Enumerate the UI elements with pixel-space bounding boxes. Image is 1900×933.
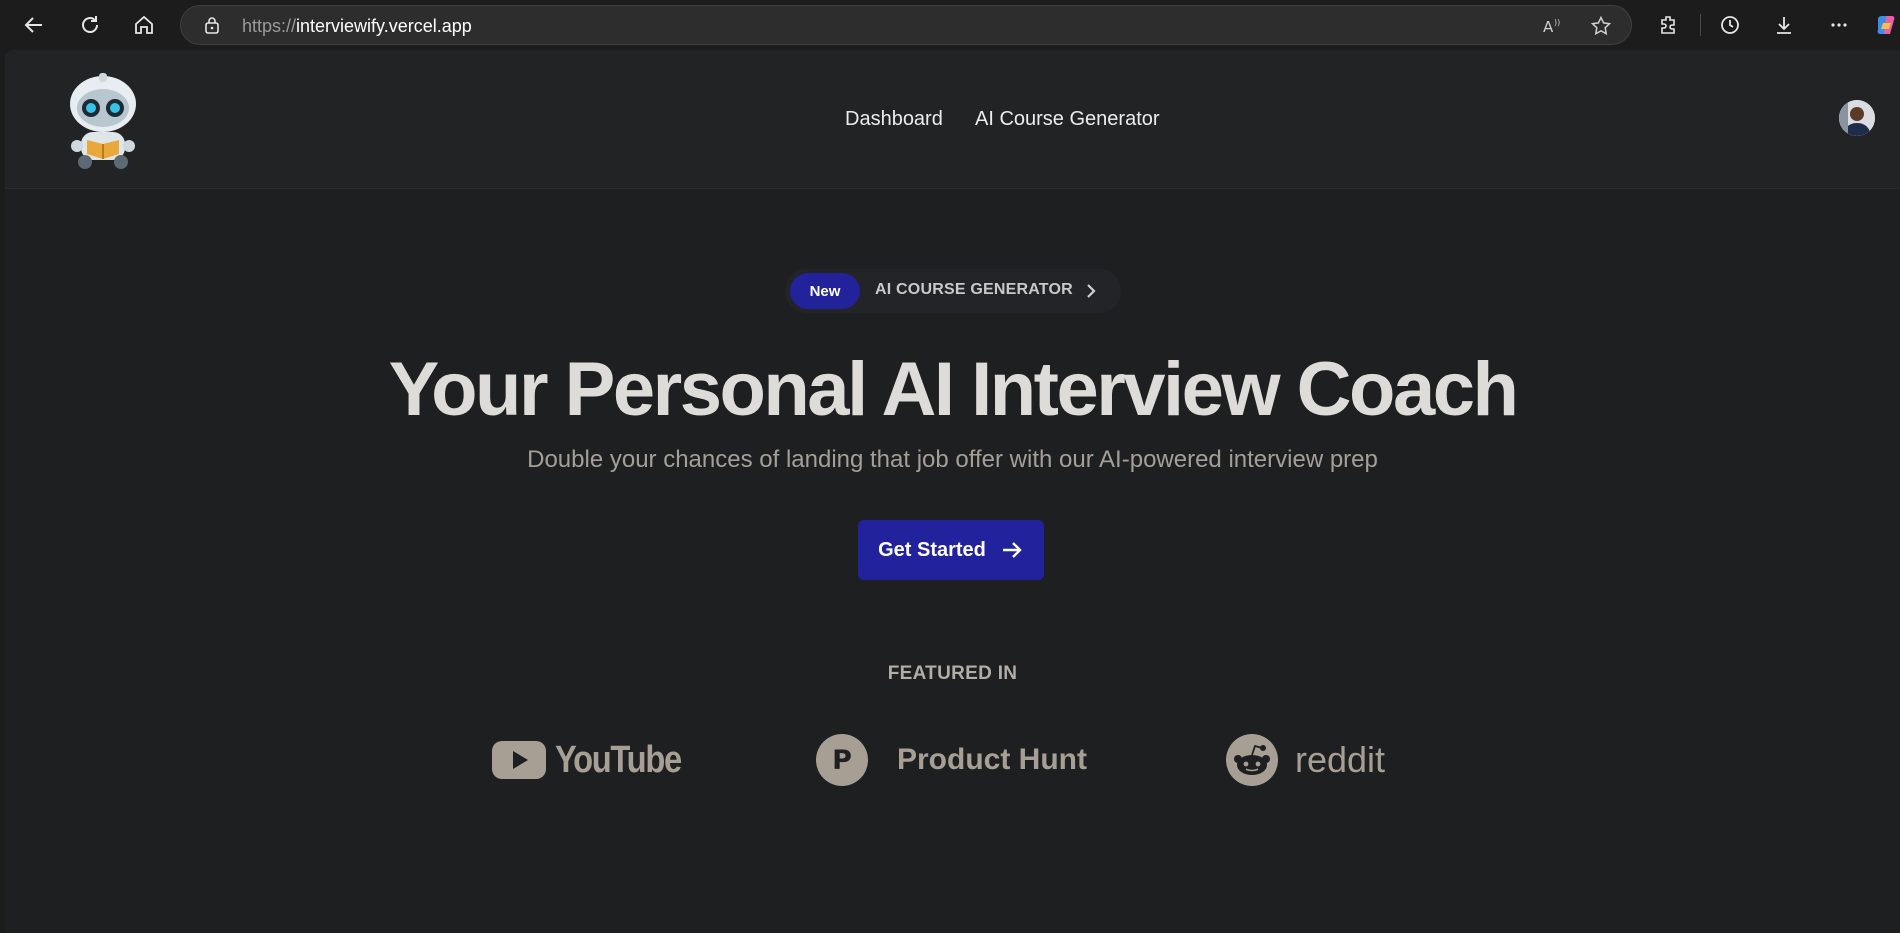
more-options-icon[interactable]	[1821, 8, 1857, 42]
toolbar-separator	[1700, 14, 1701, 36]
refresh-icon[interactable]	[72, 8, 108, 42]
reddit-brand[interactable]: reddit	[1225, 730, 1385, 790]
lock-icon[interactable]	[203, 16, 221, 34]
address-bar[interactable]: https://interviewify.vercel.app A))	[180, 5, 1632, 45]
url-text[interactable]: https://interviewify.vercel.app	[242, 16, 472, 37]
site-header: Dashboard AI Course Generator	[5, 50, 1900, 189]
featured-in-heading: FEATURED IN	[887, 663, 1018, 684]
svg-text:P: P	[832, 745, 852, 776]
nav-ai-course-generator[interactable]: AI Course Generator	[975, 108, 1160, 131]
favorite-star-icon[interactable]	[1590, 15, 1612, 37]
youtube-label: YouTube	[555, 738, 682, 781]
browser-toolbar: https://interviewify.vercel.app A))	[0, 0, 1900, 50]
home-icon[interactable]	[126, 8, 162, 42]
reddit-icon	[1225, 733, 1279, 787]
pill-label: AI COURSE GENERATOR	[875, 281, 1073, 298]
downloads-icon[interactable]	[1766, 8, 1802, 42]
user-avatar[interactable]	[1839, 100, 1875, 136]
nav-dashboard[interactable]: Dashboard	[845, 108, 943, 131]
robot-logo-icon[interactable]	[63, 70, 143, 170]
product-hunt-label: Product Hunt	[897, 743, 1087, 776]
hero-title: Your Personal AI Interview Coach	[388, 347, 1519, 432]
reddit-label: reddit	[1295, 739, 1386, 780]
youtube-icon	[491, 740, 547, 780]
page: Dashboard AI Course Generator New AI COU…	[5, 50, 1900, 933]
back-icon[interactable]	[16, 8, 52, 42]
extensions-icon[interactable]	[1651, 8, 1687, 42]
chevron-right-icon	[1081, 281, 1101, 301]
youtube-brand[interactable]: YouTube	[491, 730, 701, 790]
new-badge: New	[790, 273, 860, 309]
get-started-button[interactable]: Get Started	[858, 520, 1044, 580]
ai-course-generator-pill[interactable]: New AI COURSE GENERATOR	[785, 269, 1121, 313]
svg-text:)): ))	[1554, 18, 1560, 27]
svg-text:A: A	[1543, 18, 1554, 36]
arrow-right-icon	[1000, 538, 1024, 562]
copilot-icon[interactable]	[1872, 8, 1900, 42]
history-icon[interactable]	[1712, 8, 1748, 42]
hero-subtitle: Double your chances of landing that job …	[527, 446, 1378, 473]
product-hunt-brand[interactable]: P Product Hunt	[815, 730, 1087, 790]
product-hunt-icon: P	[815, 733, 869, 787]
read-aloud-icon[interactable]: A))	[1542, 15, 1564, 37]
get-started-label: Get Started	[878, 538, 986, 561]
